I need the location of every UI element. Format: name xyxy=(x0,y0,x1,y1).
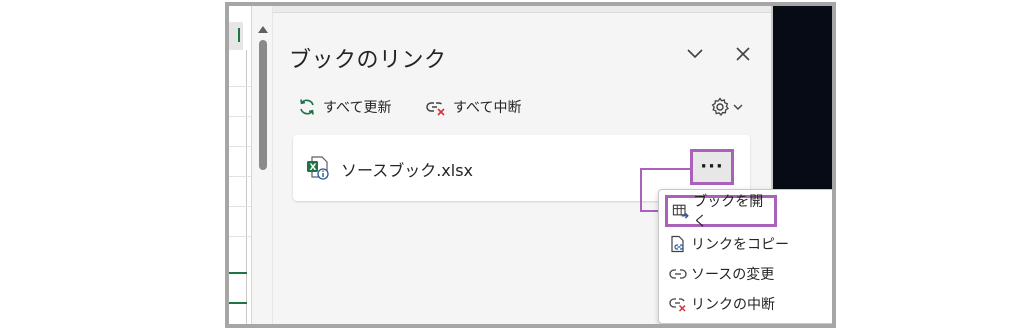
close-icon xyxy=(736,47,750,61)
excel-file-info-icon: X xyxy=(307,156,329,180)
refresh-all-label: すべて更新 xyxy=(323,100,392,116)
menu-item-label: ブックを開く xyxy=(693,194,764,230)
scroll-up-arrow-icon[interactable] xyxy=(258,26,268,33)
screenshot-frame: ブックのリンク すべて更新 すべて中断 X ソースブック.xlsx ··· ブッ… xyxy=(225,2,836,328)
chevron-down-icon xyxy=(733,104,743,110)
selected-cell-marker xyxy=(229,302,247,304)
close-button[interactable] xyxy=(729,40,757,68)
copy-link-icon xyxy=(671,235,684,253)
worksheet-edge xyxy=(229,6,252,324)
menu-item-change-source[interactable]: ソースの変更 xyxy=(669,262,774,286)
menu-item-open-workbook[interactable]: ブックを開く xyxy=(665,194,777,230)
pane-title: ブックのリンク xyxy=(289,48,447,73)
callout-connector xyxy=(640,168,642,212)
refresh-all-button[interactable]: すべて更新 xyxy=(297,94,391,120)
menu-item-label: ソースの変更 xyxy=(691,267,775,283)
settings-button[interactable] xyxy=(709,94,743,120)
column-header-marker xyxy=(238,28,240,42)
refresh-icon xyxy=(300,99,314,115)
menu-item-label: リンクの中断 xyxy=(691,297,775,313)
column-header xyxy=(229,22,243,50)
break-all-label: すべて中断 xyxy=(453,100,522,116)
more-options-button[interactable]: ··· xyxy=(690,149,734,185)
scroll-thumb[interactable] xyxy=(259,40,267,170)
menu-item-label: リンクをコピー xyxy=(691,237,789,253)
break-link-icon xyxy=(426,102,445,116)
menu-item-break-link[interactable]: リンクの中断 xyxy=(669,292,775,316)
selected-cell-marker xyxy=(229,272,247,274)
file-name: ソースブック.xlsx xyxy=(341,161,474,180)
break-all-button[interactable]: すべて中断 xyxy=(425,94,521,120)
open-workbook-icon xyxy=(672,204,689,219)
collapse-button[interactable] xyxy=(681,40,709,68)
break-link-icon xyxy=(669,298,686,312)
more-icon: ··· xyxy=(700,156,724,177)
gear-icon xyxy=(711,97,729,117)
menu-item-copy-link[interactable]: リンクをコピー xyxy=(669,232,789,256)
vertical-scrollbar[interactable] xyxy=(252,6,273,324)
change-source-icon xyxy=(669,269,687,279)
chevron-down-icon xyxy=(687,49,703,59)
link-context-menu: ブックを開く リンクをコピー ソースの変更 リンクの中断 xyxy=(658,189,832,324)
callout-connector xyxy=(640,168,693,170)
svg-text:X: X xyxy=(310,163,317,173)
